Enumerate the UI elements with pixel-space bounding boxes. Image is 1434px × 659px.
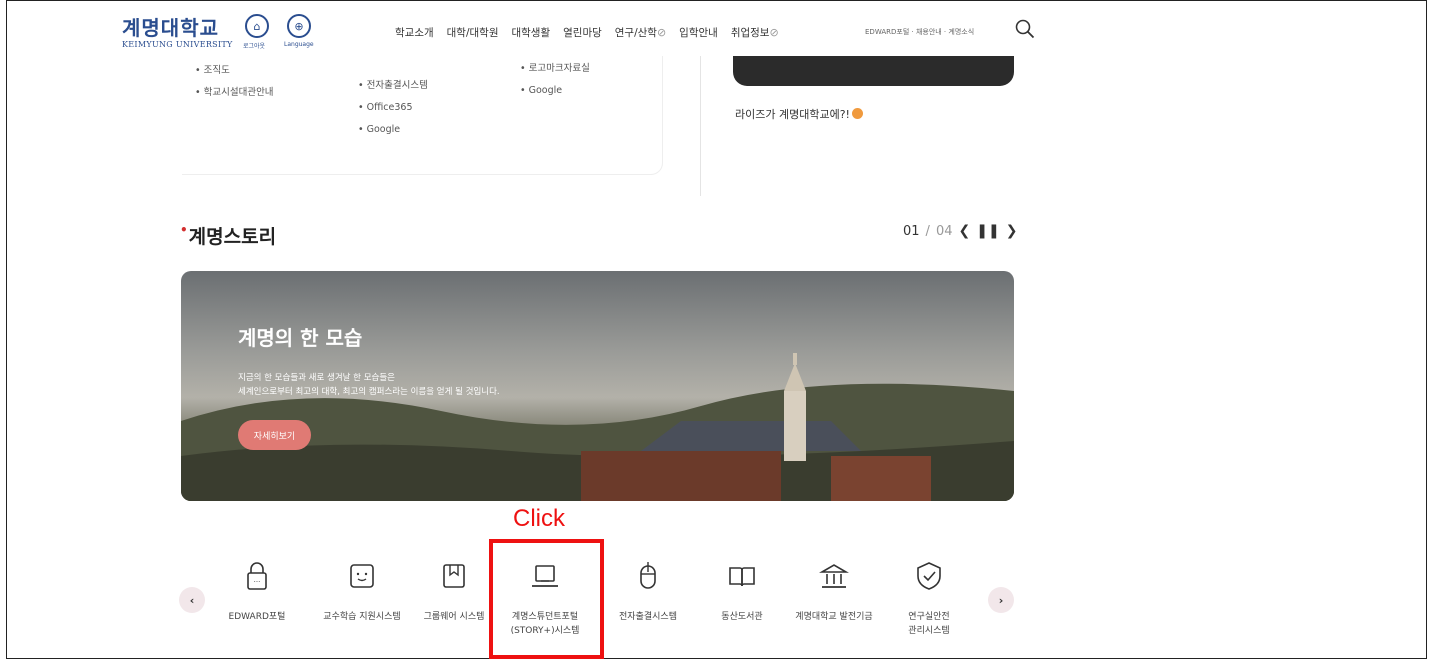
quicklink-teaching[interactable]: 교수학습 지원시스템 — [317, 560, 407, 624]
login-label[interactable]: 로그아웃 — [243, 41, 265, 50]
next-arrow-icon[interactable]: ❯ — [1006, 223, 1018, 239]
list-item[interactable]: 조직도 — [195, 60, 274, 82]
mouse-icon — [640, 562, 656, 589]
site-header: 계명대학교 KEIMYUNG UNIVERSITY ⌂ 로그아웃 ⊕ Langu… — [110, 6, 1050, 56]
quicklink-library[interactable]: 동산도서관 — [697, 560, 787, 624]
divider — [700, 56, 701, 196]
quicklink-fund[interactable]: 계명대학교 발전기금 — [789, 560, 879, 624]
login-icon[interactable]: ⌂ — [245, 14, 269, 38]
language-label[interactable]: Language — [284, 41, 314, 48]
bank-icon — [819, 564, 849, 588]
book-icon — [729, 567, 755, 587]
link-list-3: 로고마크자료실 Google — [520, 58, 590, 102]
nav-item[interactable]: 대학/대학원 — [447, 25, 499, 40]
logo-english: KEIMYUNG UNIVERSITY — [122, 40, 233, 49]
svg-text:···: ··· — [254, 578, 261, 586]
pause-icon[interactable]: ❚❚ — [976, 223, 999, 239]
nav-item[interactable]: 취업정보⊘ — [731, 25, 779, 40]
section-title: •계명스토리 — [180, 223, 277, 248]
banner-title: 계명의 한 모습 — [238, 326, 363, 350]
lock-icon: ··· — [247, 562, 267, 590]
story-pager: 01 / 04 ❮ ❚❚ ❯ — [903, 223, 1018, 239]
face-icon — [350, 564, 374, 588]
accent-dot: • — [180, 223, 188, 237]
quicklinks-prev-button[interactable]: ‹ — [179, 587, 205, 613]
quicklinks-next-button[interactable]: › — [988, 587, 1014, 613]
main-nav: 학교소개 대학/대학원 대학생활 열린마당 연구/산학⊘ 입학안내 취업정보⊘ — [395, 25, 779, 40]
pager-current: 01 — [903, 223, 920, 239]
news-thumbnail[interactable] — [733, 56, 1014, 86]
list-item[interactable]: Google — [520, 80, 590, 102]
link-list-1: 조직도 학교시설대관안내 — [195, 60, 274, 104]
list-item[interactable]: Office365 — [358, 97, 428, 119]
search-icon[interactable] — [1015, 19, 1035, 39]
details-button[interactable]: 자세히보기 — [238, 420, 311, 450]
utility-links[interactable]: EDWARD포털 · 채용안내 · 계명소식 — [865, 27, 974, 37]
bookmark-icon — [443, 564, 465, 588]
globe-icon[interactable]: ⊕ — [287, 14, 311, 38]
list-item[interactable]: Google — [358, 119, 428, 141]
nav-item[interactable]: 대학생활 — [511, 25, 550, 40]
shield-check-icon — [917, 562, 941, 590]
external-link-icon: ⊘ — [769, 26, 779, 39]
quicklink-attendance[interactable]: 전자출결시스템 — [603, 560, 693, 624]
news-caption[interactable]: 라이즈가 계명대학교에?! — [735, 106, 863, 122]
prev-arrow-icon[interactable]: ❮ — [958, 223, 970, 239]
nav-item[interactable]: 입학안내 — [679, 25, 718, 40]
list-item[interactable]: 로고마크자료실 — [520, 58, 590, 80]
external-link-icon: ⊘ — [656, 26, 667, 39]
quicklink-lab-safety[interactable]: 연구실안전 관리시스템 — [884, 560, 974, 638]
nav-item[interactable]: 열린마당 — [563, 25, 602, 40]
list-item[interactable]: 학교시설대관안내 — [195, 82, 274, 104]
nav-item[interactable]: 연구/산학⊘ — [615, 25, 666, 40]
link-list-2: 전자출결시스템 Office365 Google — [358, 75, 428, 141]
logo[interactable]: 계명대학교 — [122, 12, 219, 41]
banner-description: 지금의 한 모습들과 새로 생겨날 한 모습들은 세계인으로부터 최고의 대학,… — [238, 373, 500, 397]
nav-item[interactable]: 학교소개 — [395, 25, 434, 40]
list-item[interactable]: 전자출결시스템 — [358, 75, 428, 97]
story-banner: 계명의 한 모습 지금의 한 모습들과 새로 생겨날 한 모습들은 세계인으로부… — [181, 271, 1014, 501]
click-annotation-label: Click — [513, 505, 565, 532]
click-annotation-box — [489, 539, 604, 659]
pager-total: 04 — [935, 223, 953, 239]
quicklink-groupware[interactable]: 그룹웨어 시스템 — [409, 560, 499, 624]
emoji-icon — [851, 108, 863, 119]
quicklink-edward[interactable]: ··· EDWARD포털 — [212, 560, 302, 624]
